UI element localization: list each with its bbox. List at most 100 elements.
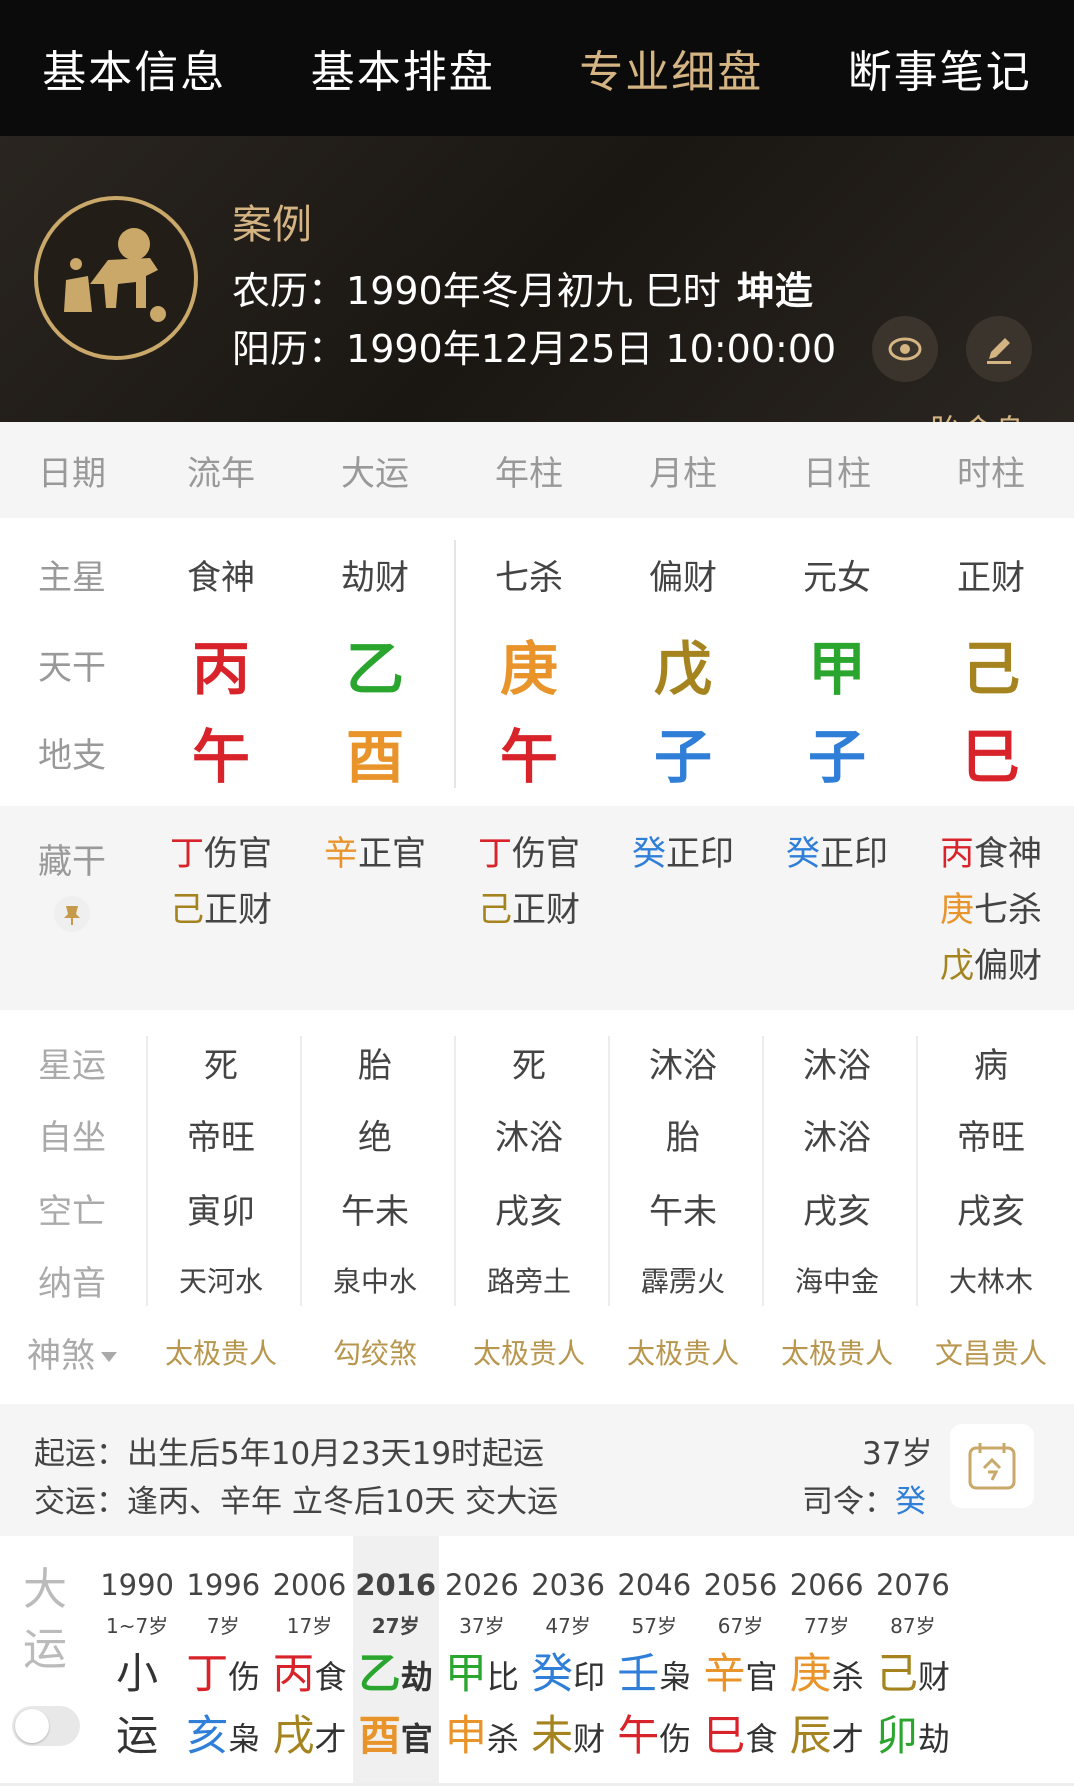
dayun-column[interactable]: 1990 1~7岁小运 [94,1536,180,1786]
hidden-stem-item[interactable]: 癸正印 [606,834,760,890]
nayin-value: 路旁土 [486,1265,571,1298]
dayun-zhi: 巳 [703,1711,746,1760]
dayun-column[interactable]: 2046 57岁 壬枭 午伤 [611,1536,697,1786]
hidden-stem-item[interactable]: 癸正印 [760,834,914,890]
tiangan-char[interactable]: 戊 [606,622,760,706]
hidden-stem-item[interactable]: 己正财 [144,890,298,946]
dayun-column[interactable]: 2026 37岁 甲比 申杀 [439,1536,525,1786]
dizhi-row: 地支 午 酉 午 子 子 巳 [0,714,1074,791]
solar-date: 阳历：1990年12月25日 10:00:00 [232,318,836,373]
tiangan-char[interactable]: 己 [914,622,1068,706]
dayun-year: 2076 [875,1568,950,1602]
nayin-value: 霹雳火 [640,1265,725,1298]
calendar-button[interactable] [950,1424,1034,1508]
dayun-age: 87岁 [890,1614,936,1638]
row-label: 主星 [38,557,106,598]
dayun-column[interactable]: 2066 77岁 庚杀 辰才 [784,1536,870,1786]
col-header-hour: 时柱 [957,453,1025,494]
hidden-stem-god: 偏财 [974,946,1042,986]
tiangan-char[interactable]: 乙 [298,622,452,706]
column-divider [300,1036,302,1306]
pillar-divider [454,540,456,788]
hidden-stem-gan: 丁 [170,834,204,874]
dizhi-char[interactable]: 酉 [298,710,452,794]
gender-label: 坤造 [736,269,813,313]
dayun-column[interactable]: 2016 27岁 乙劫 酉官 [352,1536,439,1786]
shensha-value[interactable]: 太极贵人 [144,1332,298,1372]
hidden-stem-item[interactable]: 丁伤官 [144,834,298,890]
shensha-value[interactable]: 太极贵人 [452,1332,606,1372]
horse-zodiac-icon[interactable] [34,196,198,360]
qiyun-change-value: 逢丙、辛年 立冬后10天 交大运 [127,1484,559,1520]
hidden-stem-column: 丁伤官 己正财 [144,834,298,946]
dayun-zhi: 运 [116,1711,159,1760]
dayun-gan-row: 丙食 [266,1640,352,1701]
qiyun-start: 起运：出生后5年10月23天19时起运 [34,1428,544,1473]
dayun-zhi: 亥 [186,1711,229,1760]
col-header-date: 日期 [38,453,106,494]
hidden-stem-gan: 癸 [632,834,666,874]
row-label: 神煞 [27,1335,95,1376]
dizhi-char[interactable]: 午 [452,710,606,794]
lunar-label: 农历： [232,269,347,313]
dayun-age: 27岁 [371,1614,420,1638]
tab-notes[interactable]: 断事笔记 [806,36,1074,100]
tiangan-char[interactable]: 甲 [760,622,914,706]
hidden-stem-item[interactable]: 庚七杀 [914,890,1068,946]
hidden-stem-gan: 己 [478,890,512,930]
row-label: 自坐 [38,1117,106,1158]
dayun-toggle[interactable] [12,1706,80,1746]
dizhi-char[interactable]: 子 [760,710,914,794]
dayun-age: 77岁 [803,1614,850,1638]
main-star: 劫财 [341,557,409,598]
col-header-day: 日柱 [803,453,871,494]
xingyun-value: 胎 [358,1045,392,1086]
hidden-stem-god: 正财 [512,890,580,930]
dayun-year: 2066 [789,1568,864,1602]
dayun-year: 1996 [186,1568,261,1602]
dayun-column[interactable]: 2006 17岁 丙食 戌才 [266,1536,352,1786]
nayin-value: 海中金 [794,1265,879,1298]
dayun-age: 37岁 [459,1614,505,1638]
shensha-value[interactable]: 太极贵人 [760,1332,914,1372]
shensha-value[interactable]: 文昌贵人 [914,1332,1068,1372]
nayin-value: 天河水 [178,1265,263,1298]
hidden-stem-item[interactable]: 丁伤官 [452,834,606,890]
tab-basic-info[interactable]: 基本信息 [0,36,269,100]
hidden-stem-item[interactable]: 丙食神 [914,834,1068,890]
shensha-value[interactable]: 勾绞煞 [298,1332,452,1372]
dayun-gan-god: 食 [314,1658,347,1696]
star-rows-section: 星运 死 胎 死 沐浴 沐浴 病 自坐 帝旺 绝 沐浴 胎 沐浴 帝旺 空亡 寅… [0,1010,1074,1310]
tiangan-char[interactable]: 庚 [452,622,606,706]
shensha-dropdown[interactable]: 神煞 [0,1328,144,1377]
dayun-zhi-row: 戌才 [266,1702,352,1763]
tiangan-char[interactable]: 丙 [144,622,298,706]
dayun-column[interactable]: 2056 67岁 辛官 巳食 [697,1536,783,1786]
pin-button[interactable] [54,896,90,932]
edit-button[interactable] [966,316,1032,382]
dayun-zhi-god: 枭 [228,1720,261,1758]
dizhi-char[interactable]: 巳 [914,710,1068,794]
hidden-stem-gan: 庚 [940,890,974,930]
dayun-column[interactable]: 2076 87岁 己财 卯劫 [870,1536,956,1786]
tab-pro-detail[interactable]: 专业细盘 [537,36,806,100]
shensha-value[interactable]: 太极贵人 [606,1332,760,1372]
tiangan-row: 天干 丙 乙 庚 戊 甲 己 [0,626,1074,703]
tab-basic-chart[interactable]: 基本排盘 [269,36,538,100]
dayun-gan-row: 丁伤 [180,1640,266,1701]
hidden-stem-item[interactable]: 戊偏财 [914,946,1068,1002]
hidden-stem-item[interactable]: 己正财 [452,890,606,946]
dayun-zhi-god: 才 [314,1720,347,1758]
eye-button[interactable] [872,316,938,382]
hidden-stem-item[interactable]: 辛正官 [298,834,452,890]
dayun-year: 2006 [272,1568,347,1602]
dizhi-char[interactable]: 子 [606,710,760,794]
dayun-column[interactable]: 1996 7岁 丁伤 亥枭 [180,1536,266,1786]
dizhi-char[interactable]: 午 [144,710,298,794]
eye-icon [888,337,922,361]
row-label: 星运 [38,1045,106,1086]
dayun-zhi-row: 辰才 [784,1702,870,1763]
hidden-stem-gan: 辛 [324,834,358,874]
dayun-column[interactable]: 2036 47岁 癸印 未财 [525,1536,611,1786]
hidden-stem-god: 伤官 [512,834,580,874]
